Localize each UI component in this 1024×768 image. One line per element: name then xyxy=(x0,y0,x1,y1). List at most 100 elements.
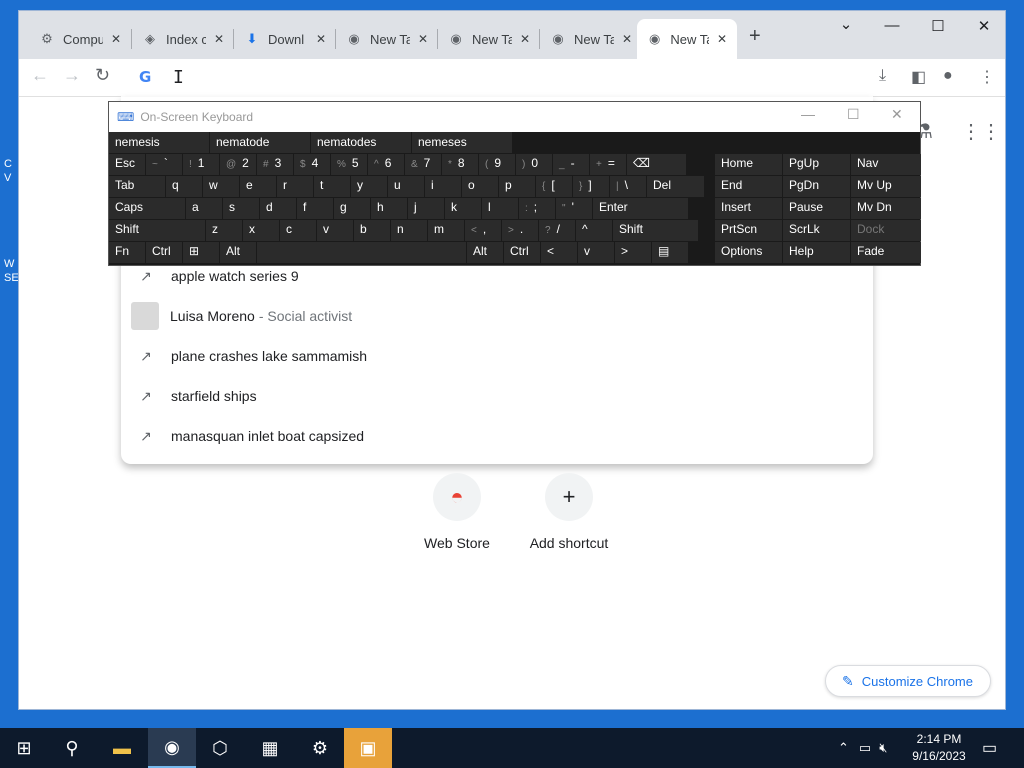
close-icon[interactable]: ✕ xyxy=(717,32,727,46)
osk-key[interactable]: Esc xyxy=(109,154,145,175)
osk-key[interactable]: >. xyxy=(502,220,538,241)
prediction-item[interactable]: nemesis xyxy=(109,132,209,153)
chrome-icon[interactable]: ◉ xyxy=(148,728,196,768)
osk-key[interactable]: $4 xyxy=(294,154,330,175)
osk-key[interactable]: s xyxy=(223,198,259,219)
osk-key[interactable]: t xyxy=(314,176,350,197)
osk-key[interactable]: ^ 6 xyxy=(368,154,404,175)
osk-key[interactable]: ⊞ xyxy=(183,242,219,263)
close-icon[interactable]: ✕ xyxy=(316,32,326,46)
osk-key[interactable]: Mv Up xyxy=(851,176,921,197)
clock[interactable]: 2:14 PM 9/16/2023 xyxy=(900,731,978,765)
osk-key[interactable]: f xyxy=(297,198,333,219)
osk-key[interactable]: < xyxy=(541,242,577,263)
osk-key[interactable]: }] xyxy=(573,176,609,197)
osk-key[interactable]: Fn xyxy=(109,242,145,263)
osk-key[interactable]: x xyxy=(243,220,279,241)
osk-key[interactable]: {[ xyxy=(536,176,572,197)
suggestion-item[interactable]: ↗ plane crashes lake sammamish xyxy=(121,336,873,376)
suggestion-item[interactable]: Luisa Moreno - Social activist xyxy=(121,296,873,336)
osk-key[interactable]: Alt xyxy=(220,242,256,263)
minimize-icon[interactable]: — xyxy=(801,106,815,122)
osk-key[interactable]: | \ xyxy=(610,176,646,197)
osk-key[interactable]: g xyxy=(334,198,370,219)
osk-key[interactable]: & 7 xyxy=(405,154,441,175)
osk-key[interactable]: #3 xyxy=(257,154,293,175)
address-bar[interactable]: G I xyxy=(121,59,873,97)
new-tab-button[interactable]: + xyxy=(749,25,761,48)
virtualbox-icon[interactable]: ⬡ xyxy=(196,728,244,768)
tab-new-tab-active[interactable]: ◉ New Ta ✕ xyxy=(637,19,737,59)
osk-key[interactable]: b xyxy=(354,220,390,241)
osk-key[interactable]: u xyxy=(388,176,424,197)
osk-key[interactable]: > xyxy=(615,242,651,263)
osk-key[interactable]: Insert xyxy=(715,198,782,219)
prediction-item[interactable]: nematode xyxy=(210,132,310,153)
osk-key[interactable]: ? / xyxy=(539,220,575,241)
osk-key[interactable]: n xyxy=(391,220,427,241)
osk-key[interactable]: % 5 xyxy=(331,154,367,175)
close-icon[interactable]: ✕ xyxy=(418,32,428,46)
maximize-icon[interactable]: ☐ xyxy=(915,17,961,35)
back-icon[interactable]: ← xyxy=(31,65,49,86)
osk-key[interactable]: Caps xyxy=(109,198,185,219)
osk-key[interactable]: + = xyxy=(590,154,626,175)
tab-index[interactable]: ◈ Index c ✕ xyxy=(132,19,234,59)
volume-muted-icon[interactable]: 🔇︎ xyxy=(879,740,887,756)
tab-new-tab[interactable]: ◉ New Ta ✕ xyxy=(438,19,540,59)
notifications-icon[interactable]: ▭ xyxy=(982,728,997,768)
osk-key[interactable]: e xyxy=(240,176,276,197)
osk-key[interactable]: r xyxy=(277,176,313,197)
shortcut-web-store[interactable]: ◓ Web Store xyxy=(402,473,512,551)
osk-key[interactable]: ! 1 xyxy=(183,154,219,175)
osk-key[interactable]: o xyxy=(462,176,498,197)
windows-start-icon[interactable]: ⊞ xyxy=(0,728,48,768)
osk-key[interactable]: i xyxy=(425,176,461,197)
osk-key[interactable]: v xyxy=(578,242,614,263)
osk-key[interactable]: q xyxy=(166,176,202,197)
osk-key[interactable]: Alt xyxy=(467,242,503,263)
suggestion-item[interactable]: ↗ starfield ships xyxy=(121,376,873,416)
file-explorer-icon[interactable]: ▬ xyxy=(98,728,146,768)
osk-key[interactable]: Options xyxy=(715,242,782,263)
osk-key[interactable]: Fade xyxy=(851,242,921,263)
osk-key[interactable]: <, xyxy=(465,220,501,241)
osk-key[interactable]: k xyxy=(445,198,481,219)
shortcut-add[interactable]: + Add shortcut xyxy=(514,473,624,551)
osk-key[interactable]: ~ ` xyxy=(146,154,182,175)
apps-grid-icon[interactable]: ⋮⋮ xyxy=(961,119,1001,144)
osk-key[interactable]: Shift xyxy=(109,220,205,241)
close-icon[interactable]: ✕ xyxy=(111,32,121,46)
osk-key[interactable]: Ctrl xyxy=(146,242,182,263)
osk-key[interactable]: d xyxy=(260,198,296,219)
network-icon[interactable]: ▭ xyxy=(859,740,871,756)
chevron-up-icon[interactable]: ⌃ xyxy=(838,740,849,756)
network-app-icon[interactable]: ▦ xyxy=(246,728,294,768)
osk-key[interactable]: Help xyxy=(783,242,850,263)
osk-key[interactable]: w xyxy=(203,176,239,197)
profile-icon[interactable]: ● xyxy=(943,67,953,85)
osk-key[interactable]: Tab xyxy=(109,176,165,197)
osk-key[interactable]: ScrLk xyxy=(783,220,850,241)
suggestion-item[interactable]: ↗ manasquan inlet boat capsized xyxy=(121,416,873,456)
tab-new-tab[interactable]: ◉ New Ta ✕ xyxy=(336,19,438,59)
maximize-icon[interactable]: ☐ xyxy=(847,106,860,123)
osk-key[interactable]: PgDn xyxy=(783,176,850,197)
osk-key[interactable]: y xyxy=(351,176,387,197)
osk-key[interactable]: (9 xyxy=(479,154,515,175)
reload-icon[interactable]: ↻ xyxy=(95,65,110,86)
store-icon[interactable]: ▣ xyxy=(344,728,392,768)
osk-key[interactable]: a xyxy=(186,198,222,219)
tab-new-tab[interactable]: ◉ New Ta ✕ xyxy=(540,19,642,59)
osk-key[interactable]: Nav xyxy=(851,154,921,175)
osk-key[interactable]: Del xyxy=(647,176,704,197)
osk-key[interactable]: Home xyxy=(715,154,782,175)
osk-key[interactable]: * 8 xyxy=(442,154,478,175)
osk-key[interactable]: Pause xyxy=(783,198,850,219)
close-icon[interactable]: ✕ xyxy=(214,32,224,46)
osk-key[interactable]: @2 xyxy=(220,154,256,175)
downloads-icon[interactable]: ⤓ xyxy=(879,67,886,85)
menu-icon[interactable]: ⋮ xyxy=(979,67,995,87)
osk-titlebar[interactable]: ⌨ On-Screen Keyboard xyxy=(109,102,920,132)
osk-key[interactable]: End xyxy=(715,176,782,197)
